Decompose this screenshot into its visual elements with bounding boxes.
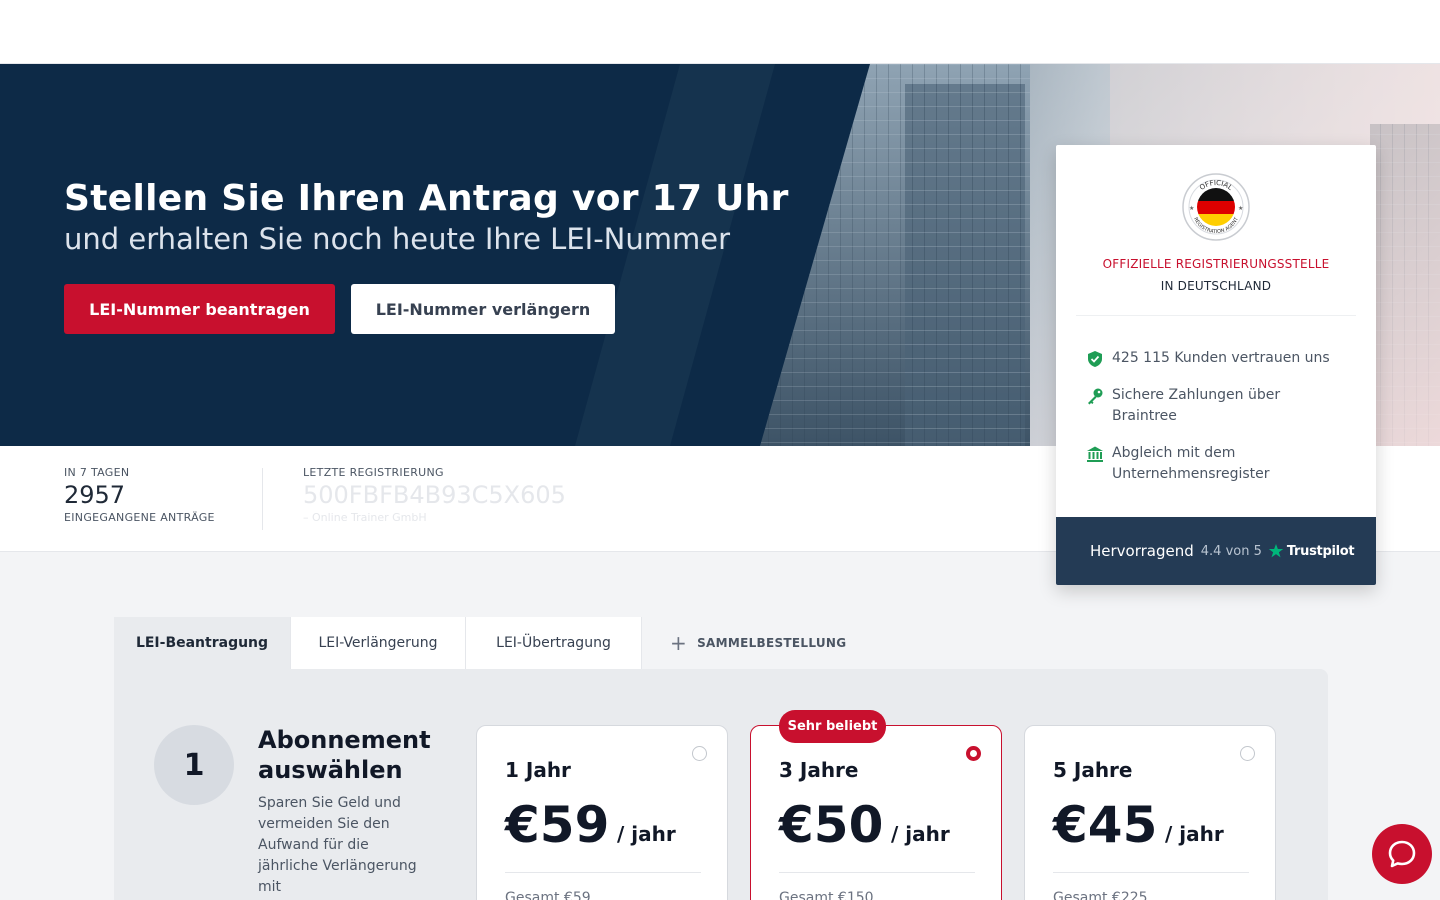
plan-period: / jahr [891,822,950,846]
plan-3-years[interactable]: 3 Jahre €50 / jahr Gesamt €150 [750,725,1002,900]
renew-lei-button[interactable]: LEI-Nummer verlängern [351,284,615,334]
stat-count: 2957 [64,481,126,509]
chat-bubble-icon [1388,840,1416,868]
plan-1-year[interactable]: 1 Jahr €59 / jahr Gesamt €59 [476,725,728,900]
official-agent-seal-icon: OFFICIAL REGISTRATION AGENT ★ ★ [1182,173,1250,241]
stat-period-label: IN 7 TAGEN [64,466,130,479]
feature-customers-text: 425 115 Kunden vertrauen uns [1112,350,1330,366]
top-navigation-bar [0,0,1440,64]
plan-price: €59 [505,796,610,854]
last-registration-stat: LETZTE REGISTRIERUNG 500FBFB4B93C5X605 –… [303,466,566,524]
shield-check-icon [1088,351,1102,367]
plan-divider [1053,872,1249,873]
rating-score: 4.4 von 5 [1200,543,1262,559]
key-icon [1088,388,1103,405]
tab-bulk-order[interactable]: + SAMMELBESTELLUNG [642,617,872,669]
plan-total: Gesamt €59 [505,890,591,900]
stat-divider [262,468,263,530]
tab-lei-transfer[interactable]: LEI-Übertragung [466,617,642,669]
feature-payments-text: Sichere Zahlungen über Braintree [1112,387,1281,424]
trustpilot-label: Trustpilot [1286,543,1355,559]
bulk-order-label: SAMMELBESTELLUNG [697,636,847,650]
last-registration-company: – Online Trainer GmbH [303,511,427,524]
svg-text:★: ★ [1238,205,1243,212]
plan-name: 5 Jahre [1053,758,1133,782]
step-number: 1 [154,725,234,805]
weekly-applications-stat: IN 7 TAGEN 2957 EINGEGANGENE ANTRÄGE [64,466,215,524]
last-registration-code: 500FBFB4B93C5X605 [303,481,566,509]
plan-period: / jahr [1165,822,1224,846]
plan-period: / jahr [617,822,676,846]
live-chat-button[interactable] [1372,824,1432,884]
plan-5-years[interactable]: 5 Jahre €45 / jahr Gesamt €225 [1024,725,1276,900]
trustpilot-rating[interactable]: Hervorragend 4.4 von 5 Trustpilot [1056,517,1376,585]
plus-icon: + [670,631,688,655]
bank-icon [1087,446,1103,462]
feature-customers: 425 115 Kunden vertrauen uns [1086,348,1342,369]
stat-count-label: EINGEGANGENE ANTRÄGE [64,511,215,524]
feature-register-text: Abgleich mit dem Unternehmensregister [1112,445,1270,482]
step-description: Sparen Sie Geld und vermeiden Sie den Au… [258,795,417,895]
plan-name: 3 Jahre [779,758,859,782]
order-type-tabs: LEI-Beantragung LEI-Verlängerung LEI-Übe… [114,617,872,669]
feature-register: Abgleich mit dem Unternehmensregister [1086,443,1342,485]
plan-total: Gesamt €150 [779,890,874,900]
trustpilot-logo: Trustpilot [1268,543,1355,559]
feature-payments: Sichere Zahlungen über Braintree [1086,385,1342,427]
plan-radio[interactable] [692,746,707,761]
plan-name: 1 Jahr [505,758,571,782]
apply-lei-button[interactable]: LEI-Nummer beantragen [64,284,335,334]
official-registration-label: OFFIZIELLE REGISTRIERUNGSSTELLE [1102,257,1330,271]
card-divider [1076,315,1356,316]
hero-title: Stellen Sie Ihren Antrag vor 17 Uhr [64,178,789,219]
trust-card: OFFICIAL REGISTRATION AGENT ★ ★ OFFIZIEL… [1056,145,1376,585]
plan-divider [779,872,975,873]
plan-price: €50 [779,796,884,854]
step-title: Abonnement auswählen [258,726,431,784]
tab-lei-application[interactable]: LEI-Beantragung [114,617,291,669]
hero-subtitle: und erhalten Sie noch heute Ihre LEI-Num… [64,222,730,256]
plan-total: Gesamt €225 [1053,890,1148,900]
popular-badge: Sehr beliebt [779,710,886,743]
rating-word: Hervorragend [1090,542,1194,560]
svg-text:★: ★ [1189,205,1194,212]
plan-radio[interactable] [1240,746,1255,761]
plan-divider [505,872,701,873]
plan-price: €45 [1053,796,1158,854]
tab-lei-renewal[interactable]: LEI-Verlängerung [291,617,466,669]
country-label: IN DEUTSCHLAND [1160,279,1272,293]
last-registration-label: LETZTE REGISTRIERUNG [303,466,444,479]
plan-radio-selected[interactable] [966,746,981,761]
trustpilot-star-icon [1268,544,1284,558]
